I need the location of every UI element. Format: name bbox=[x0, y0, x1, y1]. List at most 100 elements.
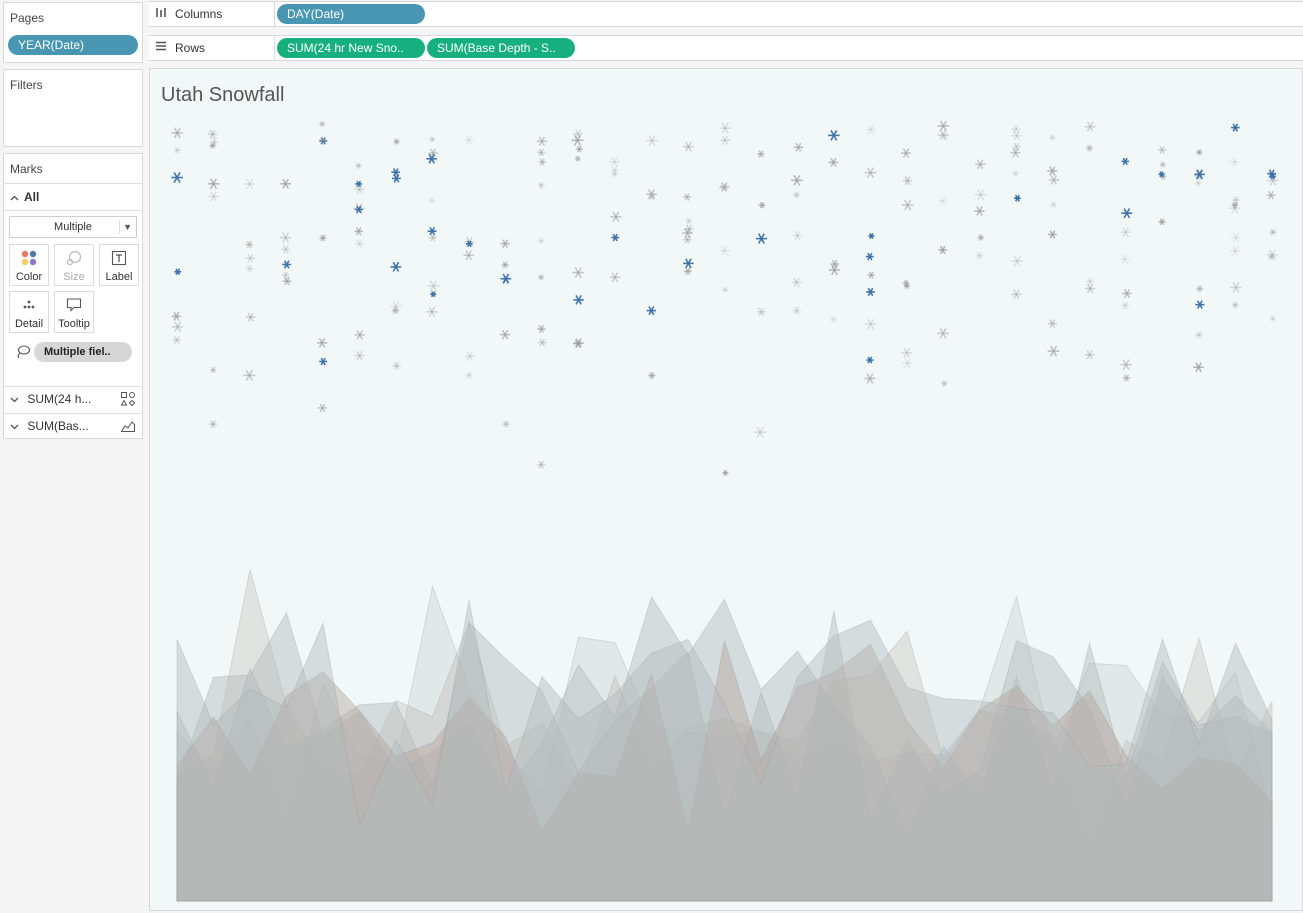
snowflake-mark[interactable] bbox=[571, 134, 584, 146]
tooltip-button[interactable]: Tooltip bbox=[54, 291, 94, 333]
snowflake-mark[interactable] bbox=[172, 128, 182, 138]
snowflake-mark[interactable] bbox=[937, 120, 950, 132]
snowflake-mark[interactable] bbox=[499, 329, 511, 340]
snowflake-mark[interactable] bbox=[1050, 201, 1057, 208]
snowflake-mark[interactable] bbox=[974, 189, 987, 201]
snowflake-mark[interactable] bbox=[646, 306, 657, 316]
snowflake-mark[interactable] bbox=[426, 306, 438, 318]
snowflake-mark[interactable] bbox=[574, 155, 581, 162]
snowflake-mark[interactable] bbox=[430, 291, 437, 298]
snowflake-mark[interactable] bbox=[354, 350, 365, 361]
snowflake-mark[interactable] bbox=[828, 130, 840, 141]
snowflake-mark[interactable] bbox=[937, 327, 949, 339]
snowflake-mark[interactable] bbox=[537, 338, 547, 347]
snowflake-mark[interactable] bbox=[975, 159, 986, 170]
snowflake-mark[interactable] bbox=[171, 171, 183, 184]
multiple-fields-pill[interactable]: Multiple fiel.. bbox=[34, 342, 132, 362]
snowflake-mark[interactable] bbox=[537, 148, 546, 157]
snowflake-mark[interactable] bbox=[902, 176, 913, 186]
snowflake-mark[interactable] bbox=[684, 267, 692, 276]
snowflake-mark[interactable] bbox=[207, 178, 220, 190]
snowflake-mark[interactable] bbox=[941, 380, 948, 387]
color-button[interactable]: Color bbox=[9, 244, 49, 286]
snowflake-mark[interactable] bbox=[791, 174, 803, 186]
snowflake-mark[interactable] bbox=[1231, 301, 1239, 309]
snowflake-mark[interactable] bbox=[719, 122, 731, 134]
snowflake-mark[interactable] bbox=[720, 135, 730, 145]
snowflake-mark[interactable] bbox=[243, 369, 256, 381]
snowflake-mark[interactable] bbox=[1121, 301, 1130, 310]
snowflake-mark[interactable] bbox=[793, 191, 800, 199]
snowflake-mark[interactable] bbox=[901, 199, 914, 211]
snowflake-mark[interactable] bbox=[428, 233, 437, 242]
snowflake-mark[interactable] bbox=[572, 267, 585, 279]
base-depth-pill[interactable]: SUM(Base Depth - S.. bbox=[427, 38, 575, 58]
snowflake-mark[interactable] bbox=[1049, 134, 1056, 141]
snowflake-mark[interactable] bbox=[611, 233, 620, 242]
snowflake-mark[interactable] bbox=[427, 280, 440, 292]
day-date-pill[interactable]: DAY(Date) bbox=[277, 4, 425, 24]
snowflake-mark[interactable] bbox=[282, 260, 292, 269]
snowflake-mark[interactable] bbox=[865, 252, 874, 261]
snowflake-mark[interactable] bbox=[648, 371, 656, 380]
snowflake-mark[interactable] bbox=[279, 232, 292, 244]
snowflake-mark[interactable] bbox=[573, 129, 583, 139]
size-button[interactable]: Size bbox=[54, 244, 94, 286]
marks-all-toggle[interactable]: All bbox=[10, 190, 39, 204]
snowflake-mark[interactable] bbox=[209, 420, 217, 429]
snowflake-mark[interactable] bbox=[208, 191, 219, 202]
snowflake-mark[interactable] bbox=[1158, 218, 1166, 226]
mark-type-dropdown[interactable]: Multiple ▼ bbox=[9, 216, 137, 238]
snowflake-mark[interactable] bbox=[171, 321, 184, 333]
snowflake-mark[interactable] bbox=[538, 158, 547, 166]
snowflake-mark[interactable] bbox=[575, 145, 583, 153]
snowflake-mark[interactable] bbox=[722, 286, 729, 293]
snowflake-mark[interactable] bbox=[1047, 166, 1058, 176]
snowflake-mark[interactable] bbox=[501, 261, 509, 269]
rows-shelf[interactable]: Rows SUM(24 hr New Sno.. SUM(Base Depth … bbox=[149, 35, 1303, 61]
snowflake-mark[interactable] bbox=[757, 150, 765, 158]
snowflake-mark[interactable] bbox=[1084, 350, 1095, 360]
snowflake-mark[interactable] bbox=[500, 239, 510, 249]
snowflake-mark[interactable] bbox=[1084, 121, 1096, 132]
detail-button[interactable]: Detail bbox=[9, 291, 49, 333]
snowflake-mark[interactable] bbox=[464, 351, 475, 361]
snowflake-mark[interactable] bbox=[1230, 232, 1242, 243]
snowflake-mark[interactable] bbox=[464, 135, 474, 145]
snowflake-mark[interactable] bbox=[537, 460, 546, 469]
snowflake-mark[interactable] bbox=[1230, 281, 1242, 293]
snowflake-mark[interactable] bbox=[573, 294, 584, 305]
snowflake-mark[interactable] bbox=[1195, 331, 1203, 339]
snowflake-mark[interactable] bbox=[975, 251, 984, 260]
snowflake-mark[interactable] bbox=[245, 264, 254, 273]
snowflake-mark[interactable] bbox=[1230, 246, 1241, 256]
snowflake-mark[interactable] bbox=[245, 312, 256, 322]
snowflake-mark[interactable] bbox=[1011, 255, 1023, 267]
snowflake-mark[interactable] bbox=[537, 181, 545, 189]
snowflake-mark[interactable] bbox=[1120, 359, 1132, 371]
snowflake-mark[interactable] bbox=[1196, 149, 1203, 156]
snowflake-mark[interactable] bbox=[428, 197, 435, 204]
new-snow-pill[interactable]: SUM(24 hr New Sno.. bbox=[277, 38, 425, 58]
snowflake-mark[interactable] bbox=[1159, 161, 1166, 168]
snowflake-mark[interactable] bbox=[1229, 157, 1240, 167]
snowflake-mark[interactable] bbox=[977, 234, 985, 241]
snowflake-mark[interactable] bbox=[1121, 157, 1129, 166]
snowflake-mark[interactable] bbox=[427, 226, 437, 236]
viz-view[interactable]: Utah Snowfall bbox=[149, 68, 1303, 911]
snowflake-mark[interactable] bbox=[755, 233, 768, 244]
snowflake-mark[interactable] bbox=[245, 240, 254, 249]
snowflake-mark[interactable] bbox=[1269, 315, 1276, 322]
snowflake-mark[interactable] bbox=[243, 178, 256, 190]
snowflake-mark[interactable] bbox=[937, 196, 948, 206]
snowflake-mark[interactable] bbox=[429, 136, 436, 143]
snowflake-mark[interactable] bbox=[172, 335, 182, 344]
snowflake-mark[interactable] bbox=[866, 287, 875, 297]
snowflake-mark[interactable] bbox=[319, 234, 327, 242]
snowflake-mark[interactable] bbox=[316, 337, 328, 348]
snowflake-mark[interactable] bbox=[828, 264, 841, 276]
label-button[interactable]: Label bbox=[99, 244, 139, 286]
snowflake-mark[interactable] bbox=[758, 201, 766, 209]
snowfall-chart[interactable] bbox=[150, 69, 1302, 910]
snowflake-mark[interactable] bbox=[210, 366, 217, 374]
